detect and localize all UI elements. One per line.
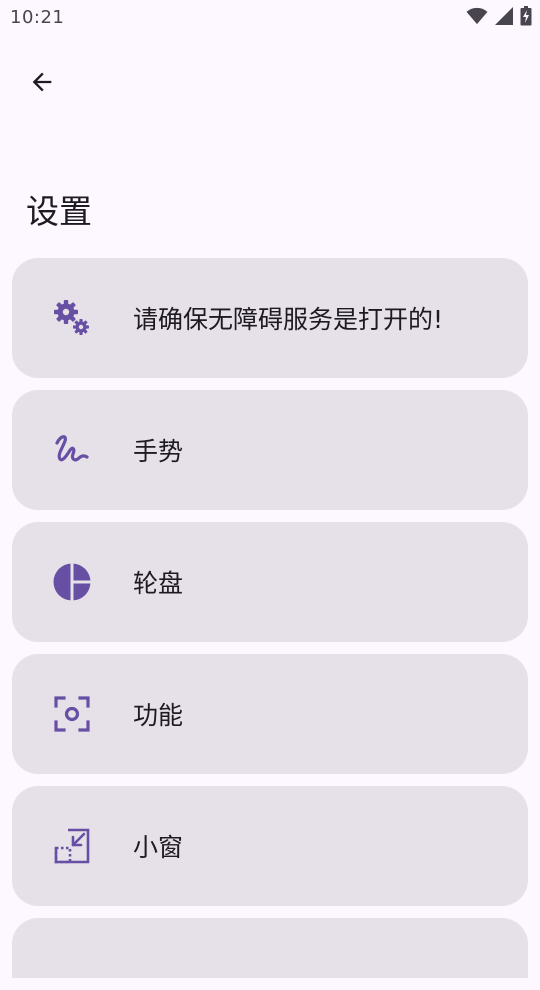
settings-item-label: 小窗 [133,833,184,862]
settings-item-label: 轮盘 [133,569,184,598]
pie-chart-icon [12,522,132,642]
settings-item-small-window[interactable]: 小窗 [12,786,528,906]
settings-item-functions[interactable]: 功能 [12,654,528,774]
settings-item-label: 功能 [133,701,184,730]
settings-item-partial[interactable] [12,918,528,978]
settings-item-accessibility[interactable]: 请确保无障碍服务是打开的! [12,258,528,378]
settings-item-gesture[interactable]: 手势 [12,390,528,510]
arrow-back-icon [28,68,56,100]
battery-charging-icon [520,6,532,26]
picture-in-picture-icon [12,786,132,906]
signal-icon [494,6,514,26]
center-focus-icon [12,654,132,774]
status-bar: 10:21 [0,0,540,36]
settings-list: 请确保无障碍服务是打开的! 手势 轮盘 功能 小窗 [12,258,528,990]
settings-item-label: 手势 [133,437,184,466]
settings-item-wheel[interactable]: 轮盘 [12,522,528,642]
status-icons [466,6,532,26]
status-time: 10:21 [10,7,65,28]
gesture-icon [12,390,132,510]
back-button[interactable] [18,62,66,106]
wifi-icon [466,6,488,26]
page-title: 设置 [26,192,92,231]
gears-icon [12,258,132,378]
settings-item-label: 请确保无障碍服务是打开的! [133,305,444,334]
